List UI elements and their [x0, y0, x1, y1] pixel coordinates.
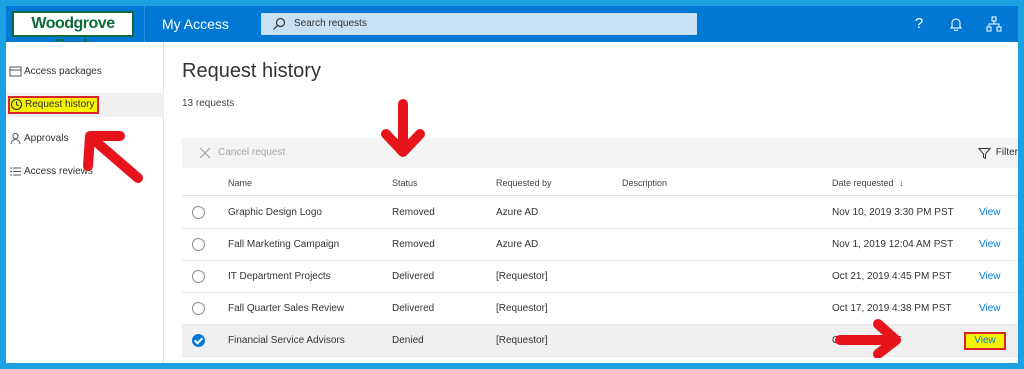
cancel-request-button[interactable]: Cancel request: [198, 138, 285, 168]
cancel-request-label: Cancel request: [218, 147, 286, 158]
filter-label: Filter: [995, 147, 1018, 158]
row-name: Fall Quarter Sales Review: [228, 303, 345, 314]
annotation-arrow-icon: [835, 319, 901, 358]
sort-down-icon: ↓: [899, 178, 904, 188]
row-name: Graphic Design Logo: [228, 207, 322, 218]
annotation-arrow-icon: [83, 131, 143, 183]
row-requested-by: [Requestor]: [496, 335, 548, 346]
annotation-arrow-icon: [381, 99, 425, 157]
filter-button[interactable]: Filter: [977, 138, 1018, 168]
row-radio[interactable]: [192, 270, 205, 283]
app-title[interactable]: My Access: [162, 6, 229, 42]
column-header-date-requested[interactable]: Date requested ↓: [832, 170, 904, 196]
org-chart-icon[interactable]: [984, 14, 1004, 34]
close-icon: [199, 147, 211, 159]
view-link[interactable]: View: [979, 197, 1001, 229]
table-row[interactable]: Fall Marketing Campaign Removed Azure AD…: [182, 229, 1018, 261]
toolbar: Cancel request Filter: [182, 138, 1018, 168]
row-status: Removed: [392, 207, 435, 218]
row-status: Delivered: [392, 303, 435, 314]
row-radio[interactable]: [192, 302, 205, 315]
person-icon: [10, 132, 21, 145]
logo[interactable]: Woodgrove Bank: [12, 11, 134, 54]
column-header-date-label: Date requested: [832, 178, 894, 188]
row-requested-by: Azure AD: [496, 207, 539, 218]
column-header-name[interactable]: Name: [228, 170, 252, 196]
header-divider: [144, 6, 145, 42]
column-header-requested-by[interactable]: Requested by: [496, 170, 552, 196]
table-header: Name Status Requested by Description Dat…: [182, 170, 1018, 196]
row-date: Oct 21, 2019 4:45 PM PST: [832, 271, 952, 282]
package-icon: [9, 66, 22, 77]
row-requested-by: Azure AD: [496, 239, 539, 250]
row-status: Delivered: [392, 271, 435, 282]
view-link-highlighted[interactable]: View: [964, 332, 1006, 350]
column-header-status[interactable]: Status: [392, 170, 418, 196]
sidebar-item-request-history[interactable]: Request history: [6, 93, 164, 117]
row-requested-by: [Requestor]: [496, 303, 548, 314]
sidebar-item-label: Request history: [25, 99, 95, 110]
view-link[interactable]: View: [979, 293, 1001, 325]
row-radio-checked[interactable]: [192, 334, 205, 347]
filter-icon: [977, 148, 991, 160]
table-row[interactable]: IT Department Projects Delivered [Reques…: [182, 261, 1018, 293]
view-link[interactable]: View: [979, 261, 1001, 293]
page-title: Request history: [182, 60, 321, 82]
main-content: Request history 13 requests Cancel reque…: [164, 42, 1018, 363]
row-name: IT Department Projects: [228, 271, 331, 282]
table-row[interactable]: Graphic Design Logo Removed Azure AD Nov…: [182, 197, 1018, 229]
row-name: Financial Service Advisors: [228, 335, 345, 346]
sidebar: Access packages Request history Approval…: [6, 42, 164, 363]
bell-icon[interactable]: [946, 14, 966, 34]
help-icon[interactable]: ?: [909, 14, 929, 34]
row-date: Nov 10, 2019 3:30 PM PST: [832, 207, 954, 218]
column-header-description[interactable]: Description: [622, 170, 667, 196]
row-requested-by: [Requestor]: [496, 271, 548, 282]
search-input[interactable]: Search requests: [261, 13, 697, 35]
row-date: Nov 1, 2019 12:04 AM PST: [832, 239, 954, 250]
view-link[interactable]: View: [979, 229, 1001, 261]
request-count: 13 requests: [182, 98, 235, 109]
list-icon: [10, 167, 21, 176]
row-radio[interactable]: [192, 238, 205, 251]
app-frame: Woodgrove Bank My Access Search requests…: [6, 6, 1018, 363]
sidebar-item-access-packages[interactable]: Access packages: [6, 60, 164, 84]
search-placeholder: Search requests: [294, 18, 367, 29]
search-icon: [273, 17, 286, 30]
row-status: Denied: [392, 335, 424, 346]
row-radio[interactable]: [192, 206, 205, 219]
row-name: Fall Marketing Campaign: [228, 239, 340, 250]
sidebar-item-label: Access packages: [24, 66, 102, 77]
history-icon: [10, 98, 23, 111]
sidebar-item-label: Approvals: [24, 133, 69, 144]
top-bar: Woodgrove Bank My Access Search requests…: [6, 6, 1018, 54]
row-status: Removed: [392, 239, 435, 250]
